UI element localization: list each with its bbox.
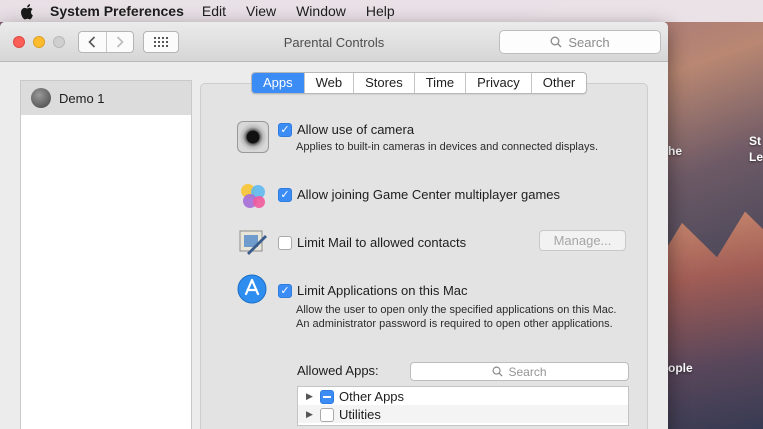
desktop-label: St xyxy=(749,134,761,148)
menu-edit[interactable]: Edit xyxy=(202,3,226,19)
desktop-label: ople xyxy=(668,361,693,375)
limit-apps-label: Limit Applications on this Mac xyxy=(297,283,468,298)
tree-row-label: Other Apps xyxy=(339,388,405,404)
disclosure-triangle-icon[interactable]: ▶ xyxy=(306,391,320,402)
other-apps-checkbox[interactable] xyxy=(320,389,334,404)
tab-bar: Apps Web Stores Time Privacy Other xyxy=(251,72,588,94)
app-store-icon xyxy=(236,273,268,305)
allowed-apps-label: Allowed Apps: xyxy=(297,363,379,378)
game-center-checkbox[interactable]: ✓ xyxy=(278,188,292,202)
tab-other[interactable]: Other xyxy=(530,73,587,93)
game-center-icon xyxy=(237,180,269,212)
manage-button[interactable]: Manage... xyxy=(539,230,626,251)
search-input[interactable]: Search xyxy=(499,30,661,54)
tab-time[interactable]: Time xyxy=(413,73,465,93)
tree-row-utilities[interactable]: ▶ ✓ Utilities xyxy=(298,405,628,423)
apple-menu-icon[interactable] xyxy=(20,3,36,20)
desktop-label: he xyxy=(668,144,683,158)
search-icon xyxy=(492,366,504,377)
tab-web[interactable]: Web xyxy=(303,73,354,93)
tree-row-label: Utilities xyxy=(339,406,381,422)
avatar xyxy=(31,88,51,108)
camera-label: Allow use of camera xyxy=(297,122,415,137)
apps-pane: ✓ Allow use of camera Applies to built-i… xyxy=(200,83,648,429)
camera-description: Applies to built-in cameras in devices a… xyxy=(296,141,599,153)
search-placeholder: Search xyxy=(568,34,610,50)
menu-app-name[interactable]: System Preferences xyxy=(50,3,184,19)
utilities-checkbox[interactable]: ✓ xyxy=(320,407,334,422)
sidebar-item-label: Demo 1 xyxy=(59,90,105,106)
limit-apps-checkbox[interactable]: ✓ xyxy=(278,284,292,298)
disclosure-triangle-icon[interactable]: ▶ xyxy=(306,409,320,420)
menu-bar: System Preferences Edit View Window Help xyxy=(0,0,763,22)
parental-controls-window: Parental Controls Search Demo 1 ✓ Allow … xyxy=(0,22,668,429)
camera-checkbox[interactable]: ✓ xyxy=(278,123,292,137)
allowed-apps-search-input[interactable]: Search xyxy=(410,362,629,381)
mail-checkbox[interactable]: ✓ xyxy=(278,236,292,250)
game-center-label: Allow joining Game Center multiplayer ga… xyxy=(297,187,561,202)
tab-stores[interactable]: Stores xyxy=(353,73,414,93)
mail-icon xyxy=(237,226,269,258)
mail-label: Limit Mail to allowed contacts xyxy=(297,235,467,250)
menu-view[interactable]: View xyxy=(246,3,276,19)
search-icon xyxy=(550,36,562,48)
sidebar-item-demo-1[interactable]: Demo 1 xyxy=(21,81,191,115)
tab-privacy[interactable]: Privacy xyxy=(465,73,531,93)
menu-help[interactable]: Help xyxy=(366,3,395,19)
title-bar: Parental Controls Search xyxy=(0,22,668,62)
tab-apps[interactable]: Apps xyxy=(252,73,304,93)
tree-row-other-apps[interactable]: ▶ Other Apps xyxy=(298,387,628,405)
menu-window[interactable]: Window xyxy=(296,3,346,19)
camera-icon xyxy=(237,121,269,153)
desktop-label: Le xyxy=(749,150,763,164)
allowed-search-placeholder: Search xyxy=(508,364,547,379)
allowed-apps-tree: ▶ Other Apps ▶ ✓ Utilities xyxy=(297,386,629,426)
user-list: Demo 1 xyxy=(20,80,192,429)
limit-apps-description: Allow the user to open only the specifie… xyxy=(296,304,617,330)
